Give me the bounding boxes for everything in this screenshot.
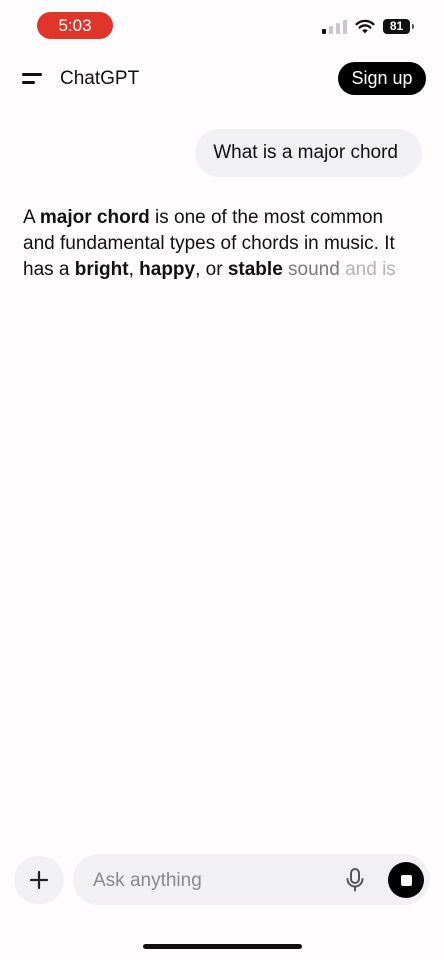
assistant-streaming-text: sound <box>282 259 340 280</box>
cellular-signal-icon <box>322 18 347 34</box>
wifi-icon <box>355 19 375 33</box>
user-message-text: What is a major chord <box>213 142 398 163</box>
user-message-bubble: What is a major chord <box>195 129 422 177</box>
assistant-text: , or <box>195 259 228 280</box>
battery-icon: 81 <box>383 18 414 34</box>
assistant-streaming-text: and is <box>339 259 396 280</box>
stop-generating-button[interactable] <box>388 862 424 898</box>
menu-icon[interactable] <box>22 70 46 86</box>
home-indicator[interactable] <box>143 944 302 949</box>
assistant-bold-term: happy <box>139 259 196 280</box>
assistant-message: A major chord is one of the most common … <box>23 205 413 283</box>
assistant-text: A <box>23 207 40 228</box>
assistant-bold-term: major chord <box>39 207 150 228</box>
assistant-bold-term: bright <box>74 259 129 280</box>
microphone-icon[interactable] <box>344 868 366 892</box>
status-time[interactable]: 5:03 <box>37 12 113 39</box>
status-indicators: 81 <box>322 18 414 34</box>
message-input[interactable] <box>91 854 325 907</box>
add-attachment-button[interactable] <box>14 856 64 904</box>
stop-icon <box>400 874 412 886</box>
plus-icon <box>29 870 49 890</box>
chatgpt-screen: 5:03 81 ChatGPT Sign up What is a major … <box>0 0 444 960</box>
assistant-text: , <box>128 259 140 280</box>
composer <box>73 854 430 907</box>
app-title: ChatGPT <box>60 68 140 89</box>
assistant-bold-term: stable <box>227 259 283 280</box>
sign-up-button[interactable]: Sign up <box>338 62 426 95</box>
